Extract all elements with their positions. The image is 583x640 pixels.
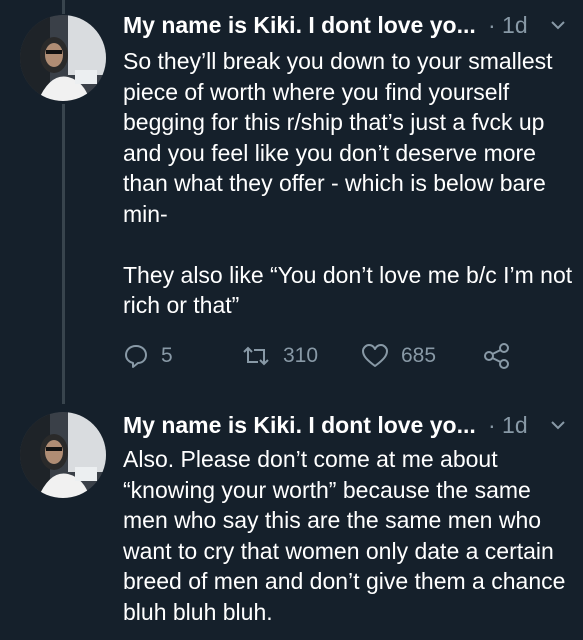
tweet[interactable]: My name is Kiki. I dont love yo... · 1d …: [0, 400, 583, 640]
avatar-image: [20, 15, 106, 101]
avatar-image: [20, 412, 106, 498]
display-name[interactable]: My name is Kiki. I dont love yo...: [123, 412, 476, 439]
tweet-header: My name is Kiki. I dont love yo... · 1d: [123, 412, 569, 446]
avatar[interactable]: [20, 412, 106, 498]
timestamp[interactable]: · 1d: [488, 12, 528, 39]
like-count: 685: [401, 344, 437, 367]
tweet-text: So they’ll break you down to your smalle…: [123, 48, 573, 318]
retweet-count: 310: [283, 344, 319, 367]
display-name[interactable]: My name is Kiki. I dont love yo...: [123, 12, 476, 39]
chevron-down-icon[interactable]: [547, 414, 569, 436]
share-button[interactable]: [483, 343, 511, 369]
tweet[interactable]: My name is Kiki. I dont love yo... · 1d …: [0, 0, 583, 400]
tweet-actions: 5 310 685: [123, 343, 543, 375]
chevron-down-icon[interactable]: [547, 14, 569, 36]
reply-icon: [125, 345, 147, 368]
like-icon: [362, 344, 388, 367]
tweet-text: Also. Please don’t come at me about “kno…: [123, 446, 572, 625]
reply-button[interactable]: 5: [123, 343, 173, 369]
retweet-button[interactable]: 310: [241, 343, 318, 369]
share-icon: [484, 343, 509, 369]
timestamp[interactable]: · 1d: [488, 412, 528, 439]
retweet-icon: [243, 346, 269, 366]
reply-count: 5: [161, 344, 173, 367]
avatar[interactable]: [20, 15, 106, 101]
like-button[interactable]: 685: [361, 343, 436, 369]
tweet-header: My name is Kiki. I dont love yo... · 1d: [123, 12, 569, 46]
